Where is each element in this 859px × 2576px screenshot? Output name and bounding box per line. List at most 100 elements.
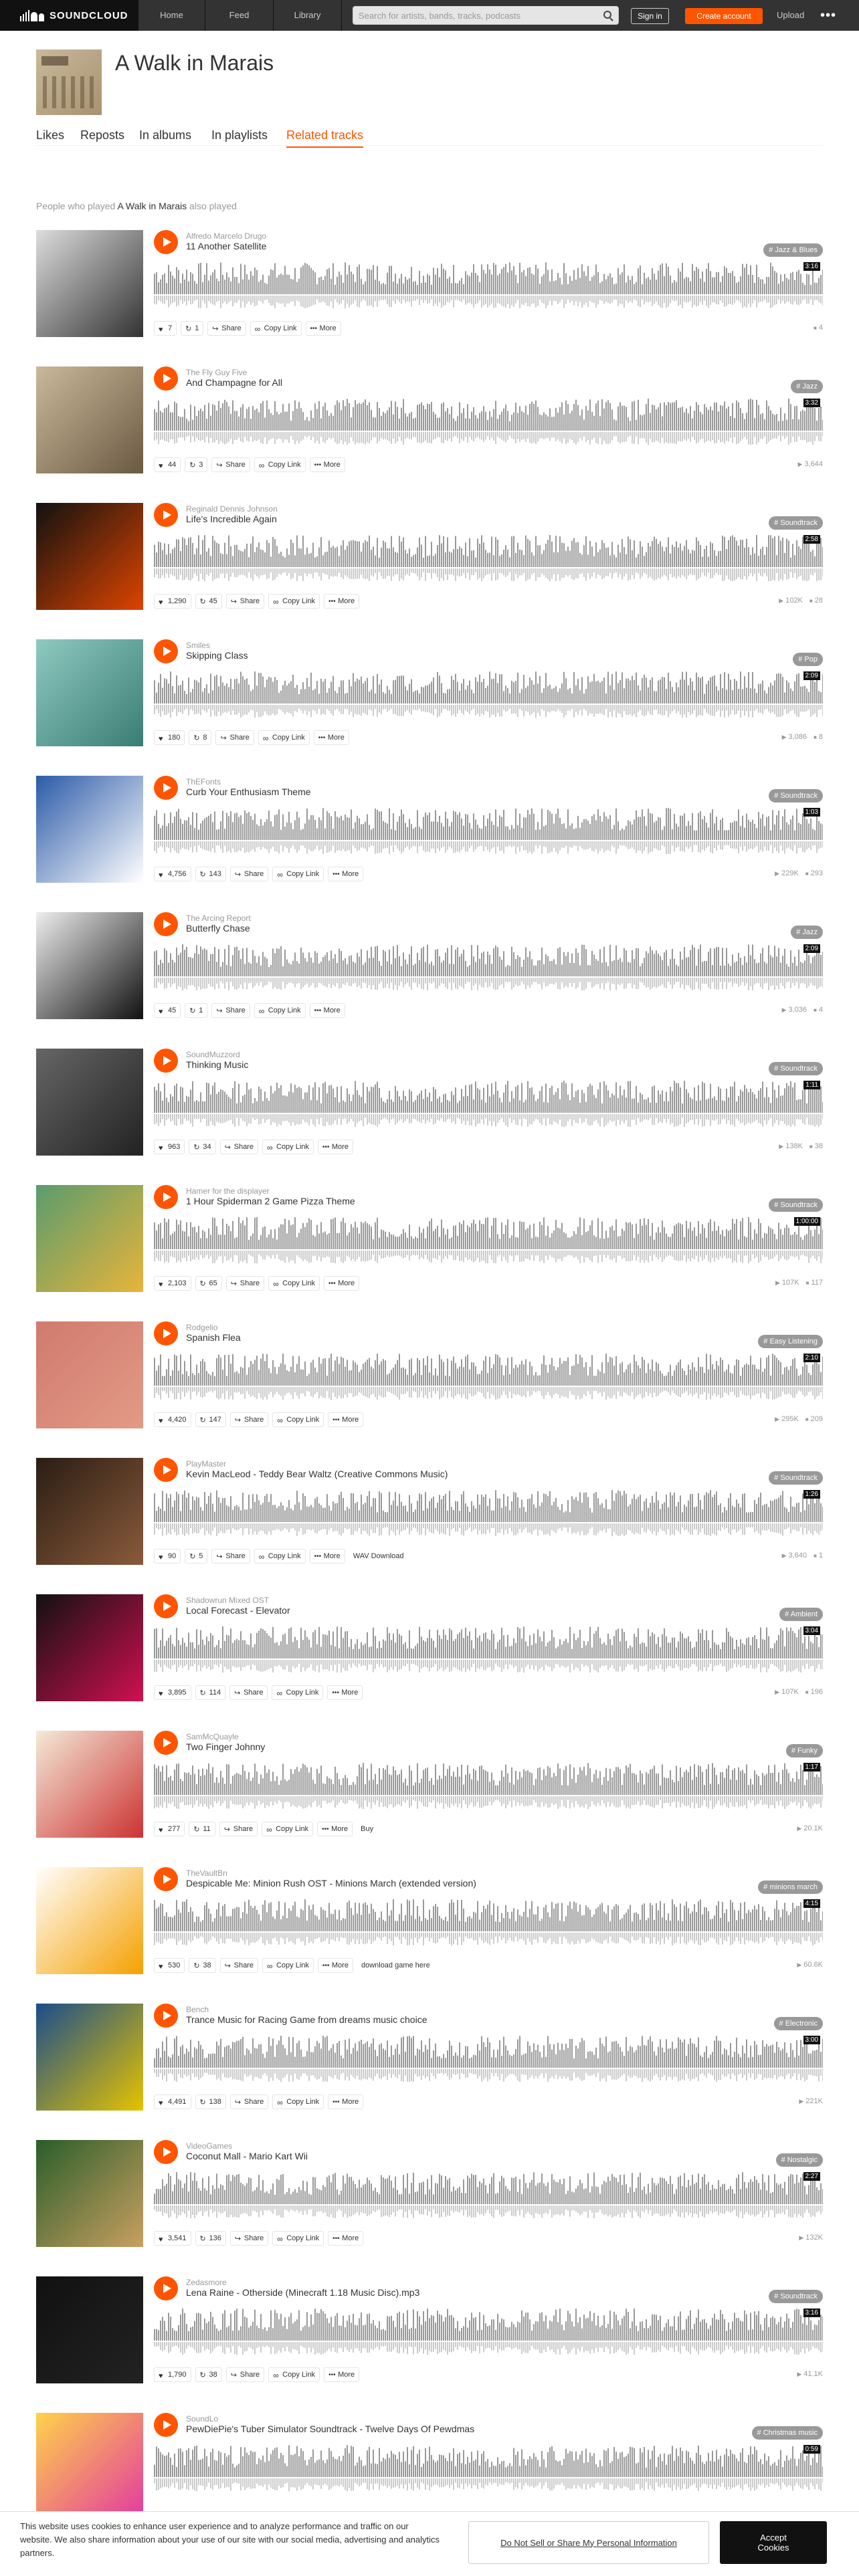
tab-related-tracks[interactable]: Related tracks: [286, 128, 364, 148]
share-button[interactable]: Share: [229, 2231, 269, 2246]
track-uploader[interactable]: Smiles: [186, 641, 210, 650]
waveform[interactable]: [154, 1626, 823, 1679]
track-artwork[interactable]: [36, 366, 143, 473]
copy-link-button[interactable]: Copy Link: [272, 2231, 324, 2246]
track-artwork[interactable]: [36, 776, 143, 883]
track-title[interactable]: Coconut Mall - Mario Kart Wii: [186, 2151, 308, 2161]
upload-link[interactable]: Upload: [777, 0, 804, 31]
repost-button[interactable]: 38: [195, 2367, 222, 2382]
track-title[interactable]: 11 Another Satellite: [186, 241, 266, 251]
genre-tag[interactable]: # Funky: [785, 1744, 823, 1757]
repost-button[interactable]: 1: [181, 321, 204, 336]
genre-tag[interactable]: # Christmas music: [751, 2426, 823, 2440]
waveform[interactable]: [154, 1217, 823, 1269]
waveform[interactable]: [154, 671, 823, 724]
tab-in-albums[interactable]: In albums: [139, 128, 191, 142]
track-title[interactable]: Two Finger Johnny: [186, 1741, 265, 1752]
like-button[interactable]: 44: [154, 457, 181, 473]
repost-button[interactable]: 138: [195, 2095, 226, 2109]
track-title[interactable]: Spanish Flea: [186, 1332, 241, 1343]
more-button[interactable]: More: [305, 321, 341, 336]
track-uploader[interactable]: The Arcing Report: [186, 914, 251, 923]
share-button[interactable]: Share: [229, 2095, 269, 2109]
heading-track-link[interactable]: A Walk in Marais: [117, 201, 187, 211]
create-account-button[interactable]: Create account: [685, 8, 763, 24]
track-title[interactable]: Skipping Class: [186, 650, 248, 661]
copy-link-button[interactable]: Copy Link: [258, 730, 310, 745]
more-button[interactable]: More: [317, 1958, 353, 1973]
more-menu-icon[interactable]: •••: [820, 0, 836, 31]
waveform[interactable]: [154, 262, 823, 314]
comments-count[interactable]: 28: [809, 597, 823, 605]
copy-link-button[interactable]: Copy Link: [262, 1958, 314, 1973]
like-button[interactable]: 3,895: [154, 1685, 191, 1701]
genre-tag[interactable]: # minions march: [758, 1881, 823, 1894]
track-artwork[interactable]: [36, 1049, 143, 1156]
play-button[interactable]: [154, 503, 178, 527]
repost-button[interactable]: 143: [195, 867, 226, 881]
track-uploader[interactable]: Shadowrun Mixed OST: [186, 1596, 269, 1605]
track-title[interactable]: Despicable Me: Minion Rush OST - Minions…: [186, 1878, 476, 1889]
comments-count[interactable]: 209: [805, 1415, 823, 1423]
repost-button[interactable]: 147: [195, 1412, 226, 1427]
track-artwork[interactable]: [36, 230, 143, 337]
track-artwork[interactable]: [36, 2004, 143, 2111]
share-button[interactable]: Share: [211, 1003, 250, 1018]
like-button[interactable]: 963: [154, 1140, 185, 1155]
waveform[interactable]: [154, 2445, 823, 2497]
search-icon[interactable]: [603, 11, 611, 19]
buy-link[interactable]: WAV Download: [349, 1549, 408, 1564]
track-uploader[interactable]: Alfredo Marcelo Drugo: [186, 231, 266, 241]
comments-count[interactable]: 4: [814, 324, 823, 332]
waveform[interactable]: [154, 1081, 823, 1133]
copy-link-button[interactable]: Copy Link: [268, 1276, 320, 1291]
track-uploader[interactable]: Hamer for the displayer: [186, 1186, 270, 1196]
genre-tag[interactable]: # Soundtrack: [769, 1062, 823, 1075]
like-button[interactable]: 180: [154, 730, 185, 746]
more-button[interactable]: More: [328, 2095, 364, 2109]
sign-in-button[interactable]: Sign in: [631, 8, 669, 24]
comments-count[interactable]: 38: [809, 1142, 823, 1150]
track-title[interactable]: Trance Music for Racing Game from dreams…: [186, 2014, 427, 2025]
copy-link-button[interactable]: Copy Link: [272, 867, 324, 881]
waveform[interactable]: [154, 2172, 823, 2224]
track-artwork[interactable]: [36, 639, 143, 746]
buy-link[interactable]: download game here: [357, 1958, 434, 1973]
more-button[interactable]: More: [324, 2367, 360, 2382]
tab-likes[interactable]: Likes: [36, 128, 64, 142]
share-button[interactable]: Share: [215, 730, 254, 745]
track-title[interactable]: PewDiePie's Tuber Simulator Soundtrack -…: [186, 2424, 474, 2434]
more-button[interactable]: More: [328, 2231, 364, 2246]
comments-count[interactable]: 293: [805, 869, 823, 877]
track-uploader[interactable]: SoundMuzzord: [186, 1050, 240, 1059]
genre-tag[interactable]: # Soundtrack: [769, 789, 823, 802]
track-title[interactable]: Thinking Music: [186, 1059, 248, 1070]
more-button[interactable]: More: [328, 867, 364, 881]
repost-button[interactable]: 8: [189, 730, 212, 745]
genre-tag[interactable]: # Jazz: [791, 926, 823, 939]
play-button[interactable]: [154, 1458, 178, 1482]
copy-link-button[interactable]: Copy Link: [272, 1685, 324, 1700]
copy-link-button[interactable]: Copy Link: [254, 457, 306, 472]
copy-link-button[interactable]: Copy Link: [254, 1003, 306, 1018]
repost-button[interactable]: 5: [185, 1549, 208, 1564]
waveform[interactable]: [154, 1490, 823, 1542]
track-uploader[interactable]: VideoGames: [186, 2141, 232, 2151]
share-button[interactable]: Share: [219, 1140, 258, 1154]
like-button[interactable]: 2,103: [154, 1276, 191, 1291]
play-button[interactable]: [154, 912, 178, 936]
genre-tag[interactable]: # Soundtrack: [769, 2290, 823, 2303]
search-input[interactable]: [353, 7, 594, 24]
nav-home-link[interactable]: Home: [138, 0, 205, 31]
like-button[interactable]: 90: [154, 1549, 181, 1564]
more-button[interactable]: More: [317, 1140, 353, 1154]
track-title[interactable]: And Champagne for All: [186, 377, 282, 388]
share-button[interactable]: Share: [229, 1412, 269, 1427]
track-uploader[interactable]: SamMcQuayle: [186, 1732, 239, 1741]
like-button[interactable]: 7: [154, 321, 177, 336]
track-artwork[interactable]: [36, 2140, 143, 2247]
track-title[interactable]: Local Forecast - Elevator: [186, 1605, 290, 1616]
genre-tag[interactable]: # Easy Listening: [758, 1335, 823, 1348]
track-title[interactable]: Kevin MacLeod - Teddy Bear Waltz (Creati…: [186, 1469, 448, 1479]
play-button[interactable]: [154, 2004, 178, 2028]
